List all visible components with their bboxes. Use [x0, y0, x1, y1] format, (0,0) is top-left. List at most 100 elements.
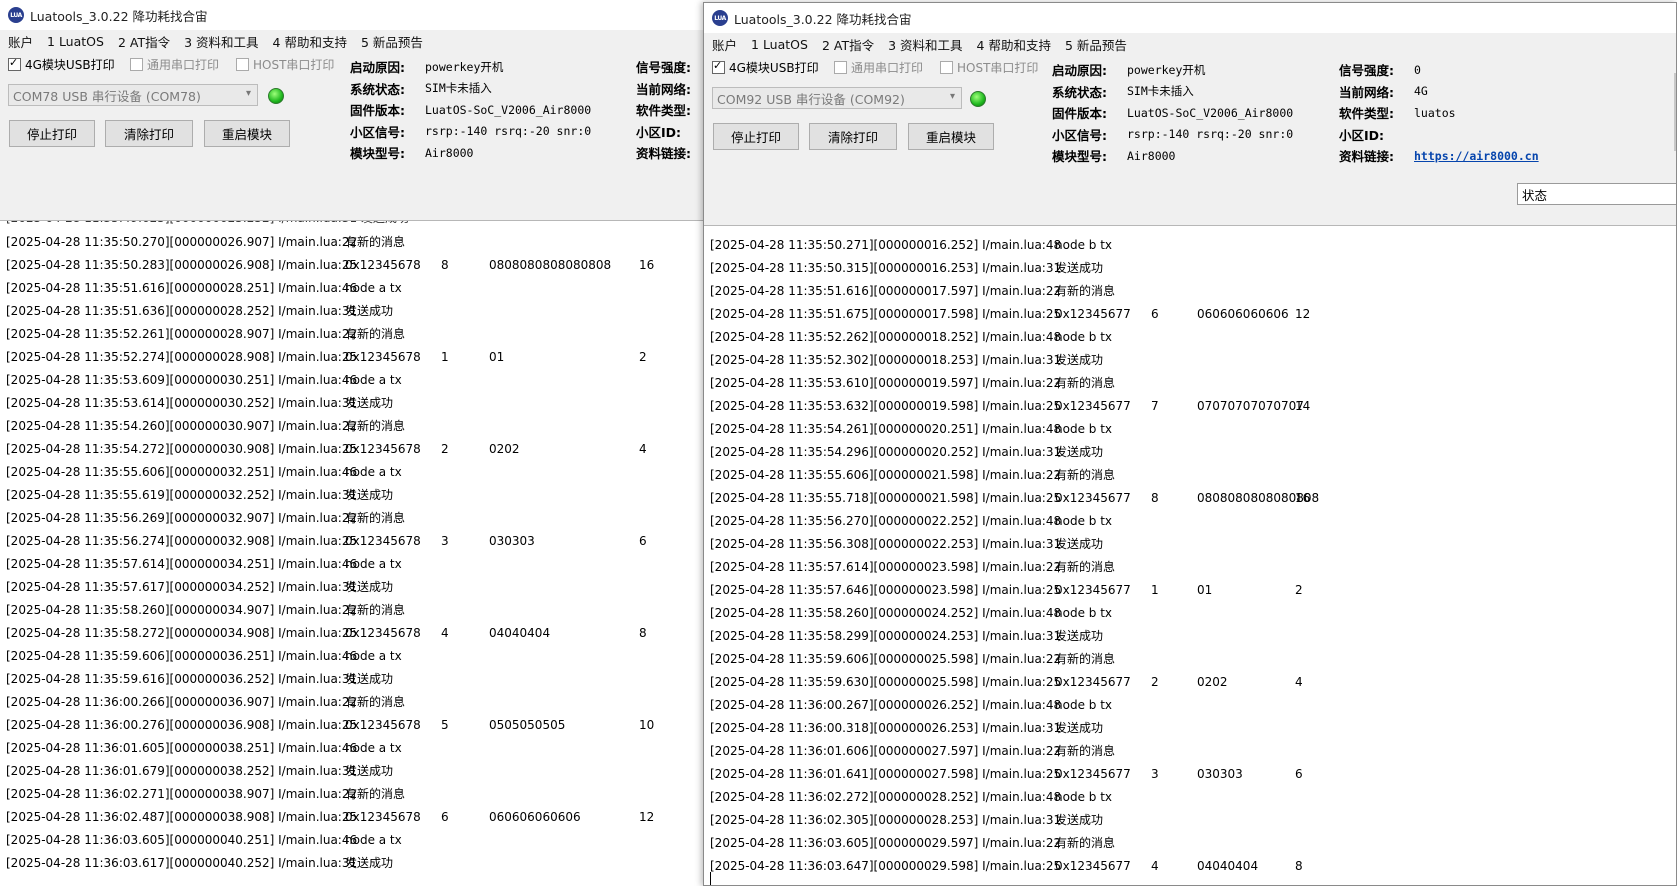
checkbox-icon	[834, 61, 847, 74]
network-info: 信号强度: 0 当前网络: 4G 软件类型: luatos 小区ID: 资料链接: ht…	[1339, 59, 1539, 167]
menu-account[interactable]: 账户	[712, 35, 737, 54]
log-field-1: 2	[441, 442, 449, 456]
menu-new[interactable]: 5 新品预告	[1065, 35, 1127, 54]
stop-print-button[interactable]: 停止打印	[713, 123, 799, 150]
info-key: 软件类型:	[1339, 106, 1394, 122]
host-print-checkbox[interactable]: HOST串口打印	[236, 56, 334, 73]
log-message: 有新的消息	[345, 511, 406, 525]
info-key: 模块型号:	[1052, 149, 1107, 165]
log-prefix: [2025-04-28 11:36:03.617][000000040.252]…	[6, 856, 358, 870]
port-select[interactable]: COM92 USB 串行设备 (COM92) ▾	[712, 87, 962, 109]
info-key: 当前网络:	[636, 81, 691, 97]
log-message: 有新的消息	[345, 787, 406, 801]
log-prefix: [2025-04-28 11:35:51.616][000000028.251]…	[6, 281, 358, 295]
menu-tools[interactable]: 3 资料和工具	[184, 32, 258, 51]
log-message: node a tx	[345, 741, 402, 755]
log-output[interactable]: [2025-04-28 11:35:49.625][000000025.252]…	[0, 220, 706, 886]
log-message: 有新的消息	[345, 603, 406, 617]
log-message: 发送成功	[345, 396, 394, 410]
menu-new[interactable]: 5 新品预告	[361, 32, 423, 51]
info-key: 软件类型:	[636, 103, 691, 119]
log-field-2: 060606060606	[1197, 307, 1289, 321]
log-field-3: 6	[639, 534, 647, 548]
network-info: 信号强度: 当前网络: 软件类型: 小区ID: 资料链接:	[636, 56, 691, 164]
info-key: 启动原因:	[1052, 63, 1107, 79]
log-prefix: [2025-04-28 11:36:03.605][000000040.251]…	[6, 833, 358, 847]
log-message: node b tx	[1055, 606, 1112, 620]
usb-print-checkbox[interactable]: 4G模块USB打印	[8, 56, 115, 73]
log-prefix: [2025-04-28 11:36:02.272][000000028.252]…	[710, 790, 1062, 804]
info-key: 固件版本:	[350, 103, 405, 119]
log-prefix: [2025-04-28 11:35:50.283][000000026.908]…	[6, 258, 358, 272]
stop-print-button[interactable]: 停止打印	[9, 120, 95, 147]
info-row: 固件版本: LuatOS-SoC_V2006_Air8000	[350, 99, 591, 121]
log-prefix: [2025-04-28 11:35:51.636][000000028.252]…	[6, 304, 358, 318]
serial-print-label: 通用串口打印	[851, 61, 924, 75]
log-message: 有新的消息	[1055, 560, 1116, 574]
log-prefix: [2025-04-28 11:35:55.619][000000032.252]…	[6, 488, 358, 502]
clear-print-button[interactable]: 清除打印	[105, 120, 193, 147]
log-message: 有新的消息	[345, 419, 406, 433]
usb-print-checkbox[interactable]: 4G模块USB打印	[712, 59, 819, 76]
restart-module-button[interactable]: 重启模块	[908, 123, 994, 150]
info-row: 软件类型:	[636, 99, 691, 121]
log-message: 有新的消息	[1055, 836, 1116, 850]
log-prefix: [2025-04-28 11:36:02.271][000000038.907]…	[6, 787, 358, 801]
port-select[interactable]: COM78 USB 串行设备 (COM78) ▾	[8, 84, 258, 106]
log-field-1: 4	[441, 626, 449, 640]
log-field-1: 3	[441, 534, 449, 548]
log-prefix: [2025-04-28 11:35:59.606][000000036.251]…	[6, 649, 358, 663]
log-prefix: [2025-04-28 11:35:54.296][000000020.252]…	[710, 445, 1062, 459]
log-field-1: 1	[1151, 583, 1159, 597]
info-key: 信号强度:	[636, 60, 691, 76]
log-prefix: [2025-04-28 11:35:54.261][000000020.251]…	[710, 422, 1062, 436]
log-message: 发送成功	[345, 488, 394, 502]
log-message: 发送成功	[1055, 261, 1104, 275]
log-message: 发送成功	[345, 672, 394, 686]
info-key: 小区ID:	[1339, 127, 1385, 143]
log-message: 有新的消息	[345, 327, 406, 341]
log-message: node a tx	[345, 465, 402, 479]
log-message: 0x12345677	[1055, 859, 1131, 873]
menu-tools[interactable]: 3 资料和工具	[888, 35, 962, 54]
log-prefix: [2025-04-28 11:36:02.305][000000028.253]…	[710, 813, 1062, 827]
title-bar[interactable]: LUA Luatools_3.0.22 降功耗找合宙	[704, 3, 1676, 33]
info-key: 小区ID:	[636, 124, 682, 140]
log-prefix: [2025-04-28 11:35:59.616][000000036.252]…	[6, 672, 358, 686]
log-message: node a tx	[345, 373, 402, 387]
host-print-checkbox[interactable]: HOST串口打印	[940, 59, 1038, 76]
config-panel: 4G模块USB打印 通用串口打印 HOST串口打印 COM92 USB 串行设备…	[704, 55, 1676, 225]
log-prefix: [2025-04-28 11:35:52.262][000000018.252]…	[710, 330, 1062, 344]
log-prefix: [2025-04-28 11:35:57.646][000000023.598]…	[710, 583, 1062, 597]
menu-at[interactable]: 2 AT指令	[822, 35, 874, 54]
serial-print-checkbox[interactable]: 通用串口打印	[130, 56, 219, 73]
title-bar[interactable]: LUA Luatools_3.0.22 降功耗找合宙	[0, 0, 706, 30]
log-prefix: [2025-04-28 11:35:52.261][000000028.907]…	[6, 327, 358, 341]
menu-help[interactable]: 4 帮助和支持	[977, 35, 1051, 54]
connection-status-icon	[268, 88, 284, 104]
usb-print-label: 4G模块USB打印	[729, 61, 819, 75]
log-prefix: [2025-04-28 11:35:59.606][000000025.598]…	[710, 652, 1062, 666]
log-field-2: 07070707070707	[1197, 399, 1304, 413]
menu-help[interactable]: 4 帮助和支持	[273, 32, 347, 51]
log-message: 0x12345678	[345, 350, 421, 364]
log-message: 0x12345678	[345, 810, 421, 824]
docs-link[interactable]: https://air8000.cn	[1414, 149, 1539, 163]
restart-module-button[interactable]: 重启模块	[204, 120, 290, 147]
menu-at[interactable]: 2 AT指令	[118, 32, 170, 51]
info-row: 模块型号: Air8000	[350, 142, 591, 164]
log-message: 发送成功	[345, 580, 394, 594]
clear-print-button[interactable]: 清除打印	[809, 123, 897, 150]
info-value: rsrp:-140 rsrq:-20 snr:0	[1127, 127, 1294, 142]
info-row: 启动原因: powerkey开机	[350, 56, 591, 78]
log-field-2: 04040404	[489, 626, 551, 640]
log-field-3: 10	[639, 718, 655, 732]
menu-luatos[interactable]: 1 LuatOS	[751, 37, 808, 52]
info-row: 资料链接:	[636, 142, 691, 164]
serial-print-checkbox[interactable]: 通用串口打印	[834, 59, 923, 76]
log-output[interactable]: [2025-04-28 11:35:50.271][000000016.252]…	[704, 225, 1676, 885]
status-field[interactable]: 状态	[1517, 183, 1676, 205]
menu-luatos[interactable]: 1 LuatOS	[47, 34, 104, 49]
info-key: 当前网络:	[1339, 84, 1394, 100]
menu-account[interactable]: 账户	[8, 32, 33, 51]
